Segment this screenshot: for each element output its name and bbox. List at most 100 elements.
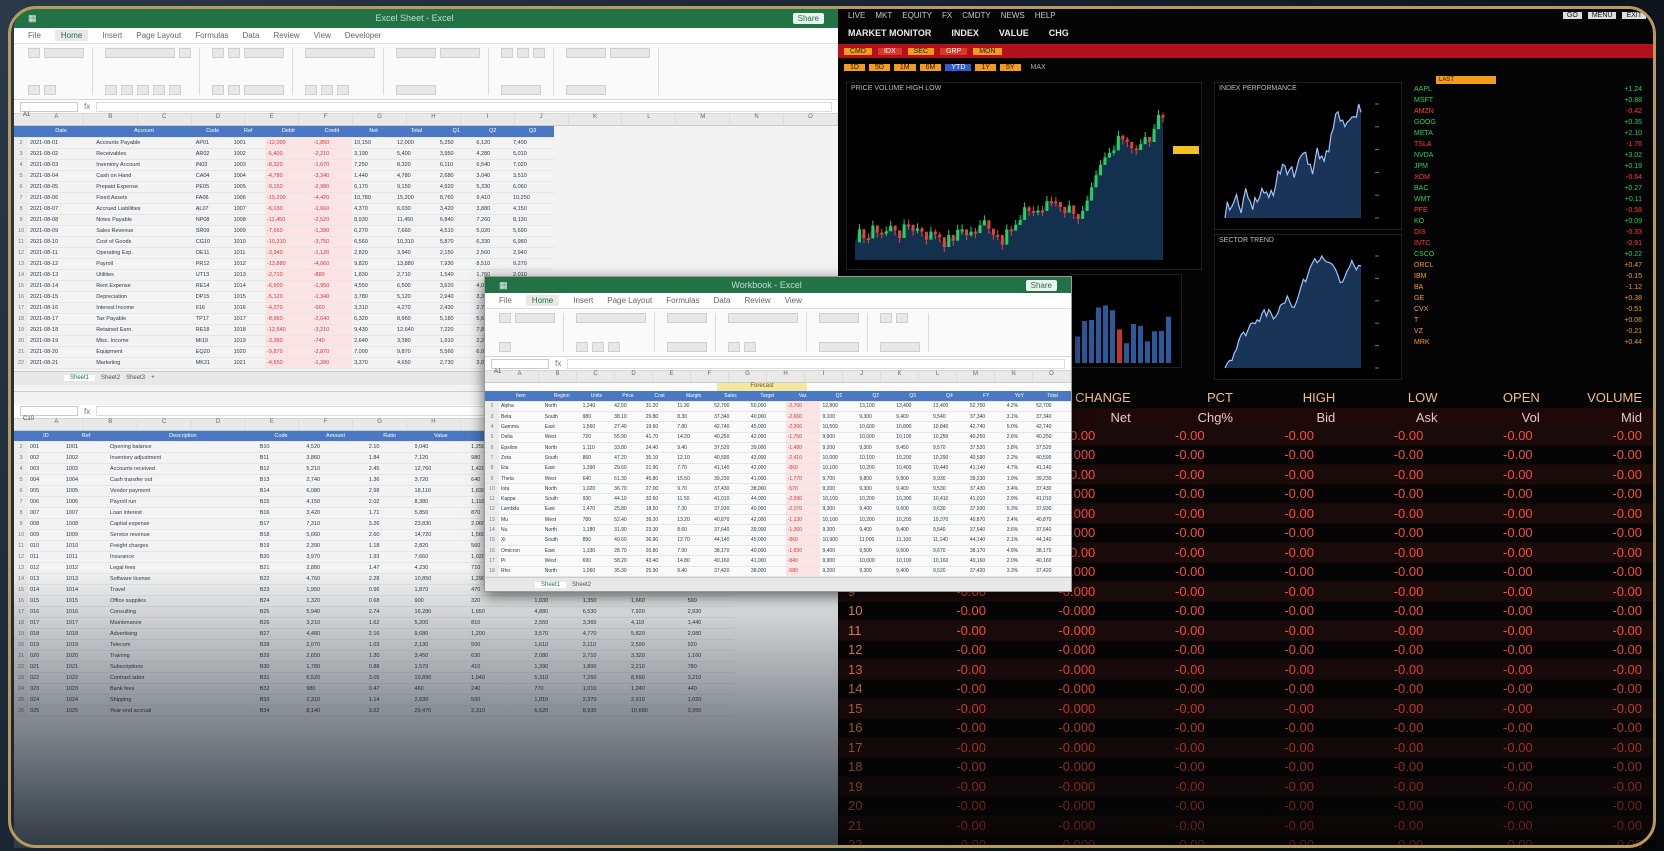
column-header[interactable]: I [461, 114, 515, 125]
table-cell[interactable]: 37,420 [712, 566, 749, 577]
table-cell[interactable]: 37,520 [712, 442, 749, 454]
table-cell[interactable]: -1,750 [785, 432, 821, 443]
table-cell[interactable]: 11.50 [675, 493, 713, 505]
column-title[interactable]: Q1 [437, 126, 475, 138]
table-cell[interactable]: 005 [28, 485, 64, 497]
table-cell[interactable]: 2,680 [437, 170, 475, 182]
table-cell[interactable]: 37,520 [967, 442, 1005, 454]
table-cell[interactable]: 10,250 [931, 432, 968, 443]
table-cell[interactable]: 23,830 [412, 518, 470, 530]
table-cell[interactable]: 9,630 [931, 504, 968, 516]
column-header[interactable]: M [676, 114, 731, 125]
column-title[interactable]: Q2 [857, 391, 895, 402]
table-row[interactable]: 19 018 1018 Advertising B27 4,480 2.16 9,680 1,2… [14, 628, 734, 640]
market-column-header[interactable]: HIGH [1247, 390, 1349, 405]
table-cell[interactable]: 38,170 [712, 545, 749, 557]
table-cell[interactable]: 37,340 [967, 411, 1005, 423]
table-cell[interactable]: Interest Income [94, 302, 194, 314]
row-number[interactable]: 5 [14, 474, 28, 486]
table-cell[interactable]: 4,150 [511, 203, 554, 215]
table-cell[interactable]: 1,180 [580, 524, 613, 536]
table-row[interactable]: 9 Theta West 640 61.30 45.80 15.50 39,230 41,000… [485, 473, 1071, 485]
table-cell[interactable]: 002 [28, 452, 64, 464]
table-cell[interactable]: B25 [257, 606, 305, 618]
table-cell[interactable]: 10,400 [894, 463, 932, 474]
row-number[interactable]: 15 [14, 584, 28, 596]
table-cell[interactable]: 12,000 [394, 137, 438, 149]
table-cell[interactable]: 52,700 [1034, 401, 1071, 413]
table-cell[interactable]: 1,020 [685, 694, 734, 706]
table-cell[interactable]: 7,400 [511, 137, 554, 149]
table-cell[interactable]: 42,000 [748, 514, 786, 526]
table-cell[interactable]: 11,000 [857, 535, 895, 546]
table-cell[interactable]: 014 [28, 584, 64, 596]
table-cell[interactable]: 37,930 [967, 504, 1005, 516]
table-cell[interactable]: 1014 [63, 584, 109, 596]
table-cell[interactable]: 9,200 [820, 566, 858, 577]
table-cell[interactable]: 12,760 [412, 463, 470, 475]
table-cell[interactable]: 42,740 [1034, 421, 1071, 433]
table-cell[interactable]: 6,540 [474, 159, 511, 171]
table-cell[interactable]: 10,160 [931, 555, 968, 567]
menu-button[interactable]: EXIT [1622, 11, 1646, 19]
table-cell[interactable]: -840 [785, 555, 821, 567]
table-cell[interactable]: 5,850 [412, 507, 470, 519]
table-cell[interactable]: 36.70 [612, 483, 644, 495]
table-cell[interactable]: 1,330 [580, 545, 613, 557]
table-cell[interactable]: 35.30 [612, 566, 644, 577]
table-cell[interactable]: 3,040 [474, 170, 511, 182]
table-cell[interactable]: 41,140 [967, 463, 1005, 474]
quote-row[interactable]: GE +0.38 [1408, 293, 1648, 304]
table-cell[interactable]: 6,030 [394, 203, 438, 215]
table-cell[interactable]: -1,120 [311, 247, 353, 259]
table-cell[interactable]: -10,310 [265, 236, 312, 248]
table-cell[interactable]: 44,140 [967, 535, 1005, 546]
tab-review[interactable]: Review [273, 31, 299, 40]
table-cell[interactable]: 3,450 [412, 650, 470, 662]
table-cell[interactable]: -3,380 [265, 335, 312, 347]
column-header[interactable]: G [353, 418, 408, 430]
table-cell[interactable]: AL07 [193, 203, 232, 215]
table-cell[interactable]: 2021-08-10 [28, 236, 95, 248]
conditional-format-button[interactable] [396, 48, 436, 58]
table-cell[interactable]: 6,560 [352, 236, 395, 248]
table-cell[interactable]: 4,150 [304, 496, 367, 508]
table-cell[interactable]: SR09 [193, 225, 232, 237]
table-cell[interactable]: -740 [311, 335, 353, 347]
table-cell[interactable]: North [542, 401, 581, 413]
table-cell[interactable]: 8,130 [511, 214, 554, 226]
table-cell[interactable]: 4.2% [1004, 401, 1035, 413]
table-cell[interactable]: 1018 [231, 324, 266, 336]
table-cell[interactable]: 1,470 [580, 504, 613, 516]
table-row[interactable]: 21 020 1020 Training B29 2,650 1.30 3,450 630 2,0… [14, 650, 734, 662]
table-cell[interactable]: 1003 [231, 159, 266, 171]
align-middle-button[interactable] [228, 48, 240, 58]
table-cell[interactable]: 44,000 [748, 493, 786, 505]
table-cell[interactable]: 3,620 [437, 280, 475, 292]
table-cell[interactable]: 9,680 [412, 628, 470, 640]
table-cell[interactable]: 37,520 [1034, 442, 1071, 454]
table-cell[interactable]: 5,690 [511, 225, 554, 237]
row-number[interactable]: 7 [14, 496, 28, 508]
table-cell[interactable]: 41,010 [1034, 493, 1071, 505]
table-cell[interactable]: 14.20 [675, 432, 713, 443]
table-cell[interactable]: 1,910 [437, 335, 475, 347]
row-number[interactable]: 17 [14, 606, 28, 618]
table-cell[interactable]: 9,300 [857, 566, 895, 577]
table-cell[interactable]: Pi [499, 555, 543, 567]
table-cell[interactable]: 1,440 [352, 170, 395, 182]
table-cell[interactable]: 9,540 [931, 411, 968, 423]
table-cell[interactable]: 10,410 [931, 493, 968, 505]
table-cell[interactable]: 4,780 [394, 170, 438, 182]
table-cell[interactable]: South [542, 452, 581, 464]
table-cell[interactable]: -570 [785, 483, 821, 495]
table-cell[interactable]: 40,160 [1034, 555, 1071, 567]
table-cell[interactable]: 40,250 [967, 432, 1005, 443]
table-cell[interactable]: 1005 [63, 485, 109, 497]
table-cell[interactable]: 10,100 [894, 432, 932, 443]
table-cell[interactable]: 2.02 [366, 496, 413, 508]
market-column-header[interactable]: OPEN [1452, 390, 1554, 405]
market-row[interactable]: 17 -0.00 -0.000 -0.00 -0.00 -0.00 -0.00 -0.00 [838, 738, 1656, 758]
table-cell[interactable]: 2021-08-07 [28, 203, 95, 215]
table-cell[interactable]: 2.98 [366, 485, 413, 497]
